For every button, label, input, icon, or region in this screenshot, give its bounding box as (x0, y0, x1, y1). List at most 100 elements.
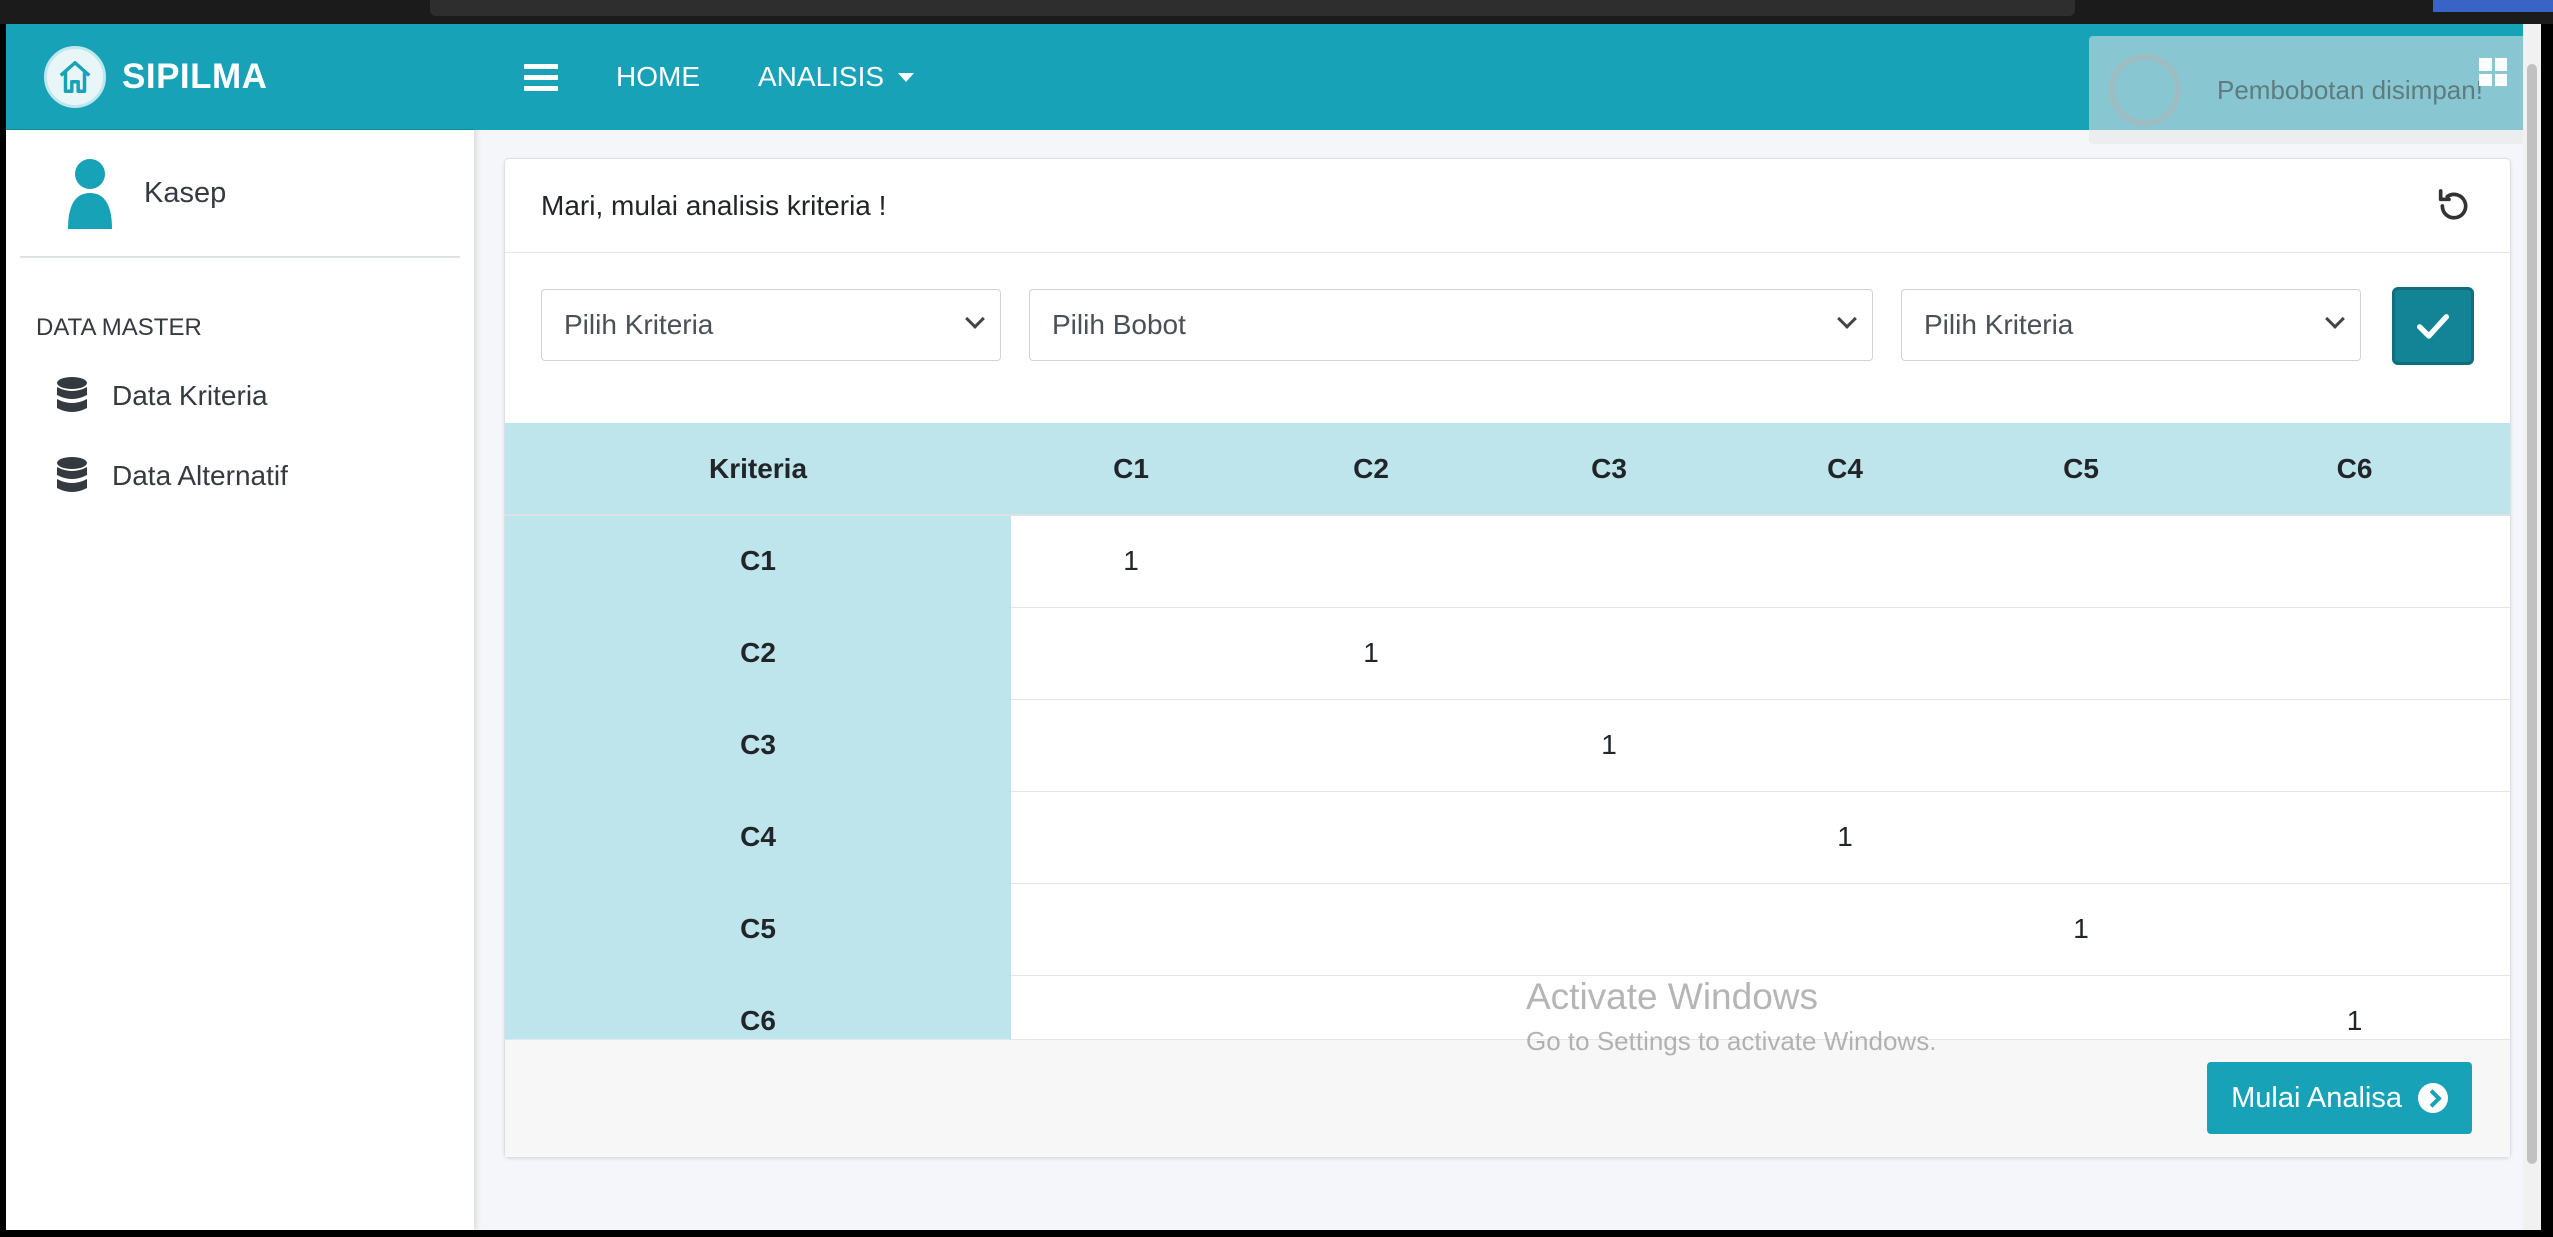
user-name: Kasep (144, 176, 227, 209)
sidebar-item-data-kriteria[interactable]: Data Kriteria (6, 356, 474, 436)
table-cell (2199, 606, 2510, 699)
table-cell (1491, 882, 1727, 975)
browser-strip (0, 0, 2553, 24)
database-icon (56, 457, 88, 495)
mulai-analisa-label: Mulai Analisa (2231, 1081, 2402, 1114)
select-kriteria-left[interactable]: Pilih Kriteria (541, 289, 1001, 361)
row-header: C5 (505, 882, 1011, 975)
row-header: C4 (505, 790, 1011, 883)
table-cell (1011, 790, 1251, 883)
nav-home[interactable]: HOME (616, 61, 700, 93)
table-cell (2199, 790, 2510, 883)
brand-name: SIPILMA (122, 56, 268, 96)
arrow-right-circle-icon (2418, 1083, 2448, 1113)
topbar: HOME ANALISIS Pembobotan disimpan! (474, 24, 2541, 144)
grid-icon[interactable] (2479, 58, 2507, 86)
table-row: C5 1 (505, 882, 2510, 975)
home-logo-icon (44, 45, 106, 108)
table-cell (1251, 698, 1491, 791)
table-cell: 1 (1963, 882, 2199, 975)
row-header: C3 (505, 698, 1011, 791)
table-cell (1251, 514, 1491, 607)
criteria-matrix-table: Kriteria C1 C2 C3 C4 C5 C6 C1 1 C2 1 C3 … (505, 423, 2510, 1067)
card-footer: Mulai Analisa (505, 1039, 2510, 1157)
success-icon (2109, 54, 2181, 126)
table-cell (2199, 514, 2510, 607)
table-cell (1963, 606, 2199, 699)
sidebar: SIPILMA Kasep DATA MASTER Data Kriteria (6, 24, 474, 1230)
select-kriteria-right[interactable]: Pilih Kriteria (1901, 289, 2361, 361)
row-header: C1 (505, 514, 1011, 607)
table-row: C4 1 (505, 790, 2510, 883)
table-cell (1727, 606, 1963, 699)
brand[interactable]: SIPILMA (6, 24, 474, 130)
check-icon (2417, 314, 2449, 339)
table-cell (2199, 882, 2510, 975)
table-cell (1251, 882, 1491, 975)
table-cell: 1 (1251, 606, 1491, 699)
table-cell (1963, 790, 2199, 883)
browser-corner (2433, 0, 2553, 12)
table-cell (1727, 698, 1963, 791)
select-bobot[interactable]: Pilih Bobot (1029, 289, 1873, 361)
refresh-icon[interactable] (2434, 186, 2474, 226)
mulai-analisa-button[interactable]: Mulai Analisa (2207, 1062, 2472, 1134)
table-cell (1727, 514, 1963, 607)
chevron-down-icon (965, 309, 985, 329)
column-header: C4 (1727, 423, 1963, 515)
toast-notification: Pembobotan disimpan! (2089, 36, 2529, 144)
table-cell: 1 (1011, 514, 1251, 607)
select-value: Pilih Kriteria (1924, 309, 2074, 340)
screen: SIPILMA Kasep DATA MASTER Data Kriteria (0, 0, 2553, 1237)
address-bar[interactable] (430, 0, 2075, 16)
row-header: C2 (505, 606, 1011, 699)
analysis-card: Mari, mulai analisis kriteria ! Pilih Kr… (504, 158, 2511, 1158)
nav-analisis-label: ANALISIS (758, 61, 885, 92)
database-icon (56, 377, 88, 415)
column-header: C3 (1491, 423, 1727, 515)
toast-message: Pembobotan disimpan! (2217, 74, 2483, 105)
table-cell (1491, 606, 1727, 699)
column-header: C6 (2199, 423, 2510, 515)
table-cell (1011, 882, 1251, 975)
table-cell (1011, 606, 1251, 699)
table-row: C2 1 (505, 606, 2510, 699)
caret-down-icon (898, 72, 915, 82)
table-cell (2199, 698, 2510, 791)
table-cell: 1 (1491, 698, 1727, 791)
app: SIPILMA Kasep DATA MASTER Data Kriteria (6, 24, 2541, 1230)
table-cell: 1 (1727, 790, 1963, 883)
page-scrollbar[interactable] (2523, 24, 2541, 1230)
table-cell (1963, 698, 2199, 791)
nav-header: DATA MASTER (36, 314, 202, 341)
table-row: C1 1 (505, 514, 2510, 607)
sidebar-item-data-alternatif[interactable]: Data Alternatif (6, 436, 474, 516)
card-title: Mari, mulai analisis kriteria ! (541, 189, 887, 221)
card-header: Mari, mulai analisis kriteria ! (505, 159, 2510, 253)
sidebar-item-label: Data Kriteria (112, 380, 268, 411)
column-header: C5 (1963, 423, 2199, 515)
sidebar-item-label: Data Alternatif (112, 460, 288, 491)
column-header: Kriteria (505, 423, 1011, 515)
table-cell (1491, 514, 1727, 607)
column-header: C1 (1011, 423, 1251, 515)
filter-row: Pilih Kriteria Pilih Bobot Pilih Kriteri… (541, 287, 2474, 365)
user-panel[interactable]: Kasep (20, 130, 460, 258)
table-header-row: Kriteria C1 C2 C3 C4 C5 C6 (505, 423, 2510, 515)
select-value: Pilih Bobot (1052, 309, 1186, 340)
submit-check-button[interactable] (2392, 287, 2474, 365)
select-value: Pilih Kriteria (564, 309, 714, 340)
table-cell (1011, 698, 1251, 791)
hamburger-menu-icon[interactable] (524, 58, 558, 97)
chevron-down-icon (1837, 309, 1857, 329)
table-cell (1251, 790, 1491, 883)
table-cell (1963, 514, 2199, 607)
table-cell (1727, 882, 1963, 975)
nav-analisis-dropdown[interactable]: ANALISIS (758, 61, 915, 93)
table-cell (1491, 790, 1727, 883)
table-row: C3 1 (505, 698, 2510, 791)
chevron-down-icon (2325, 309, 2345, 329)
column-header: C2 (1251, 423, 1491, 515)
user-icon (62, 157, 118, 229)
scrollbar-thumb[interactable] (2527, 64, 2537, 1164)
